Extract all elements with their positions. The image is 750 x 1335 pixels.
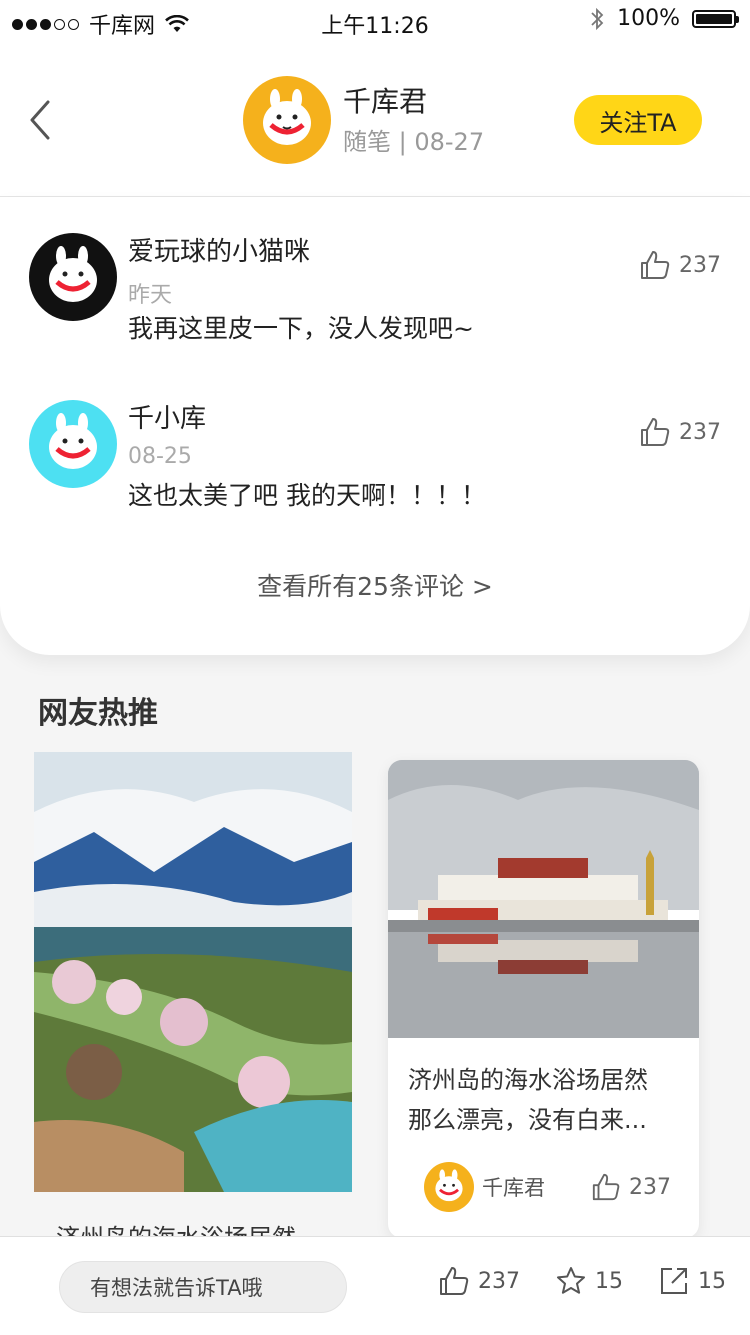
section-title: 网友热推 [38,696,158,731]
caption-line: 济州岛的海水浴场居然 [408,1066,648,1094]
favorite-button[interactable]: 15 [555,1265,623,1297]
like-button[interactable]: 237 [438,1265,520,1297]
status-bar: 千库网 上午11:26 100% [0,0,750,44]
share-count: 15 [698,1268,726,1294]
thumbs-up-icon [641,418,670,446]
author-meta: 随笔 | 08-27 [343,122,484,157]
battery-percent: 100% [617,6,680,31]
comments-card: 爱玩球的小猫咪 昨天 我再这里皮一下，没人发现吧~ 237 千小库 08-25 … [0,197,750,655]
bluetooth-icon [591,7,604,30]
caption-line: 那么漂亮，没有白来... [408,1106,647,1134]
author-avatar [424,1162,474,1212]
view-all-comments-link[interactable]: 查看所有25条评论 > [0,567,750,603]
author-name: 千库君 [482,1176,545,1200]
favorite-count: 15 [595,1268,623,1294]
thumbs-up-icon [641,251,670,279]
comment-text: 我再这里皮一下，没人发现吧~ [128,314,474,343]
mascot-icon [263,89,311,145]
recommend-card[interactable]: 济州岛的海水浴场居然 [34,752,352,1252]
chevron-left-icon [30,100,50,140]
share-icon [661,1268,687,1294]
like-count: 237 [629,1174,671,1200]
landscape-photo [34,752,352,1192]
commenter-avatar[interactable] [29,400,117,488]
commenter-name[interactable]: 爱玩球的小猫咪 [128,231,310,268]
comment-like-count: 237 [679,419,721,445]
comment-input[interactable]: 有想法就告诉TA哦 [59,1261,347,1313]
category-label: 随笔 [343,128,391,156]
author-name: 千库君 [343,85,428,118]
star-icon [557,1267,585,1294]
status-right: 100% [589,6,739,31]
thumbs-up-icon [440,1267,469,1295]
recommend-card[interactable]: 济州岛的海水浴场居然 那么漂亮，没有白来... 千库君 237 [388,760,699,1238]
share-button[interactable]: 15 [658,1265,726,1297]
like-count: 237 [478,1268,520,1294]
commenter-avatar[interactable] [29,233,117,321]
article-header: 千库君 随笔 | 08-27 关注TA [0,44,750,197]
comment-like-button[interactable]: 237 [639,416,721,448]
back-button[interactable] [22,96,62,146]
comment-like-count: 237 [679,252,721,278]
thumbs-up-icon [592,1173,620,1201]
recommend-author[interactable]: 千库君 [424,1162,545,1212]
recommend-caption: 济州岛的海水浴场居然 那么漂亮，没有白来... [408,1060,688,1140]
mascot-icon [435,1169,463,1202]
meta-divider: | [391,128,415,156]
author-avatar[interactable] [243,76,331,164]
comment-date: 08-25 [128,444,192,469]
comment-text: 这也太美了吧 我的天啊！！！！ [128,481,486,510]
recommend-like-button[interactable]: 237 [591,1172,671,1202]
battery-fill [696,13,732,24]
mascot-icon [49,413,97,469]
bottom-action-bar: 有想法就告诉TA哦 237 15 15 [0,1236,750,1335]
comment-date: 昨天 [128,283,173,308]
follow-button[interactable]: 关注TA [574,95,702,145]
comment-like-button[interactable]: 237 [639,249,721,281]
comment-item: 千小库 08-25 这也太美了吧 我的天啊！！！！ 237 [0,400,750,530]
comment-item: 爱玩球的小猫咪 昨天 我再这里皮一下，没人发现吧~ 237 [0,233,750,363]
mascot-icon [49,246,97,302]
commenter-name[interactable]: 千小库 [128,398,206,435]
battery-icon [692,9,739,28]
post-date: 08-27 [414,128,485,156]
palace-photo [388,760,699,1038]
